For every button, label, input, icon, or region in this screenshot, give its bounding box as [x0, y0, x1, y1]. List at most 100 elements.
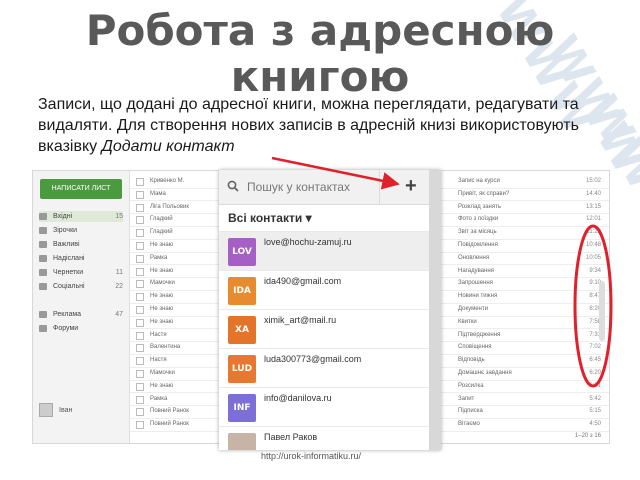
row-checkbox[interactable]	[136, 190, 144, 199]
row-checkbox[interactable]	[136, 318, 144, 327]
row-subject: Запрошення	[458, 280, 493, 287]
avatar	[39, 403, 53, 417]
all-contacts-dropdown[interactable]: Всі контакти ▾	[228, 211, 312, 225]
row-sender: Не знаю	[150, 293, 174, 300]
row-subject: Запис на курси	[458, 178, 500, 184]
row-checkbox[interactable]	[136, 242, 144, 250]
contact-row[interactable]: LUD luda300773@gmail.com	[219, 348, 429, 388]
contact-row[interactable]: LOV love@hochu-zamuj.ru	[219, 231, 429, 271]
row-subject: Повідомлення	[458, 242, 498, 248]
sidebar-item[interactable]: Вхідні 15	[39, 211, 123, 222]
row-subject: Фото з поїздки	[458, 216, 499, 223]
row-sender: Гладкий	[150, 229, 173, 236]
sidebar-item[interactable]: Чернетки 11	[39, 267, 123, 278]
row-date: 15:02	[585, 178, 601, 184]
contact-avatar: LUD	[228, 355, 256, 383]
row-date: 13:15	[585, 203, 601, 210]
sidebar-item[interactable]: Важливі	[39, 239, 123, 250]
row-date: 6:20	[589, 370, 601, 376]
contact-row[interactable]: INF info@danilova.ru	[219, 387, 429, 427]
row-sender: Рамка	[150, 395, 168, 402]
row-date: 9:34	[589, 267, 601, 274]
mail-sidebar: НАПИСАТИ ЛИСТ Вхідні 15 Зірочки Важливі Наді…	[33, 171, 130, 443]
sidebar-item-label: Важливі	[53, 241, 80, 248]
row-checkbox[interactable]	[136, 280, 144, 289]
row-subject: Відповідь	[458, 357, 485, 364]
row-subject: Домашнє завдання	[458, 370, 512, 376]
panel-scrollbar[interactable]	[429, 170, 441, 450]
sidebar-item-count: 22	[115, 283, 123, 290]
contact-email: info@danilova.ru	[264, 393, 332, 403]
row-checkbox[interactable]	[136, 357, 144, 366]
row-sender: Настя	[150, 357, 167, 364]
row-date: 11:22	[586, 229, 601, 236]
row-date: 5:15	[589, 408, 601, 415]
sidebar-item[interactable]: Соціальні 22	[39, 281, 123, 292]
row-checkbox[interactable]	[136, 203, 144, 212]
contact-row[interactable]: XA ximik_art@mail.ru	[219, 309, 429, 349]
row-checkbox[interactable]	[136, 344, 144, 353]
row-subject: Вітаємо	[458, 421, 480, 428]
contact-row[interactable]: IDA ida490@gmail.com	[219, 270, 429, 310]
row-checkbox[interactable]	[136, 267, 144, 276]
row-checkbox[interactable]	[136, 382, 144, 391]
contact-email: luda300773@gmail.com	[264, 354, 362, 364]
row-checkbox[interactable]	[136, 229, 144, 238]
sidebar-item-label: Зірочки	[53, 227, 78, 234]
row-checkbox[interactable]	[136, 293, 144, 302]
contact-email: Павел Раков	[264, 432, 318, 442]
slide-description: Записи, що додані до адресної книги, мож…	[38, 94, 608, 157]
contact-email: love@hochu-zamuj.ru	[264, 237, 352, 247]
row-checkbox[interactable]	[136, 306, 144, 314]
row-subject: Привіт, як справи?	[458, 190, 510, 197]
row-date: 6:01	[589, 382, 601, 389]
row-date: 14:40	[585, 190, 601, 197]
description-action: Додати контакт	[101, 138, 235, 155]
row-checkbox[interactable]	[136, 408, 144, 417]
row-sender: Не знаю	[150, 382, 174, 389]
mail-scrollbar[interactable]	[599, 281, 605, 341]
row-checkbox[interactable]	[136, 370, 144, 378]
row-checkbox[interactable]	[136, 421, 144, 430]
account[interactable]: Іван	[39, 403, 123, 417]
contacts-panel: Пошук у контактах + Всі контакти ▾ LOV lo…	[219, 170, 441, 450]
contact-avatar	[228, 433, 256, 450]
contacts-search-bar: Пошук у контактах +	[219, 170, 441, 205]
row-checkbox[interactable]	[136, 395, 144, 404]
row-checkbox[interactable]	[136, 216, 144, 225]
row-checkbox[interactable]	[136, 178, 144, 186]
contact-row[interactable]: Павел Раков	[219, 426, 429, 450]
row-sender: Настя	[150, 331, 167, 338]
important-icon	[39, 240, 47, 248]
row-checkbox[interactable]	[136, 331, 144, 340]
sidebar-item[interactable]: Надіслані	[39, 253, 123, 264]
sidebar-item[interactable]: Реклама 47	[39, 309, 123, 320]
row-subject: Розклад занять	[458, 203, 501, 210]
row-sender: Не знаю	[150, 267, 174, 274]
row-checkbox[interactable]	[136, 254, 144, 263]
add-contact-button[interactable]: +	[405, 174, 417, 198]
row-subject: Сповіщення	[458, 344, 492, 351]
contact-email: ximik_art@mail.ru	[264, 315, 337, 325]
mail-pager: 1–20 з 16	[574, 433, 601, 439]
row-sender: Ліга Польовик	[150, 203, 189, 210]
contact-avatar: IDA	[228, 277, 256, 305]
row-sender: Мамочки	[150, 370, 175, 376]
sidebar-item[interactable]: Зірочки	[39, 225, 123, 236]
slide-title: Робота з адресною книгою	[85, 6, 555, 101]
contact-avatar: XA	[228, 316, 256, 344]
contact-avatar: INF	[228, 394, 256, 422]
compose-button[interactable]: НАПИСАТИ ЛИСТ	[40, 179, 122, 199]
search-input[interactable]: Пошук у контактах	[247, 179, 350, 195]
row-subject: Підтвердження	[458, 331, 501, 338]
row-subject: Запит	[458, 395, 475, 402]
sidebar-item[interactable]: Форуми	[39, 323, 123, 334]
row-sender: Не знаю	[150, 318, 174, 325]
contacts-list: LOV love@hochu-zamuj.ru IDA ida490@gmail.co…	[219, 231, 429, 450]
star-icon	[39, 226, 47, 234]
row-sender: Рамка	[150, 254, 168, 261]
sidebar-item-count: 11	[115, 269, 123, 276]
sidebar-item-label: Надіслані	[53, 255, 85, 262]
row-date: 6:45	[589, 357, 601, 364]
row-sender: Гладкий	[150, 216, 173, 223]
